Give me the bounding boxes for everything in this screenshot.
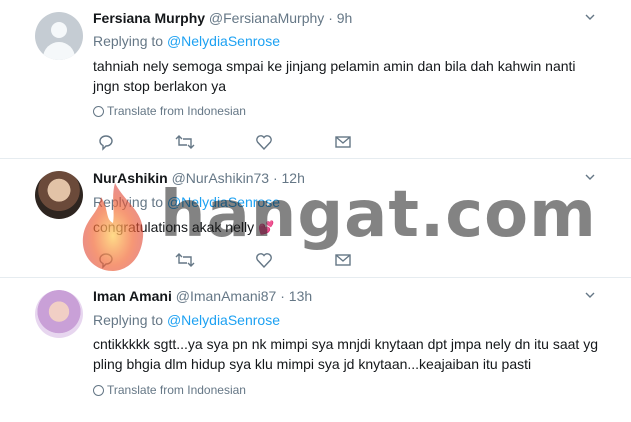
author-name[interactable]: Iman Amani (93, 288, 172, 304)
replying-to: Replying to @NelydiaSenrose (93, 33, 280, 49)
tweet-header: NurAshikin @NurAshikin73 · 12h (93, 168, 305, 188)
timestamp[interactable]: 9h (337, 10, 353, 26)
replying-to-link[interactable]: @NelydiaSenrose (167, 194, 280, 210)
tweet-1[interactable]: Fersiana Murphy @FersianaMurphy · 9h Rep… (0, 0, 631, 158)
like-icon[interactable] (255, 133, 275, 153)
tweet-text-content: congratulations akak nelly (93, 219, 255, 235)
caret-down-icon[interactable] (585, 12, 595, 22)
author-handle[interactable]: @FersianaMurphy (209, 10, 324, 26)
tweet-header: Fersiana Murphy @FersianaMurphy · 9h (93, 8, 352, 28)
message-icon[interactable] (334, 251, 354, 271)
tweet-actions (93, 251, 393, 271)
globe-icon (93, 385, 104, 396)
retweet-icon[interactable] (175, 251, 195, 271)
separator-dot: · (272, 170, 278, 186)
author-name[interactable]: Fersiana Murphy (93, 10, 205, 26)
replying-to: Replying to @NelydiaSenrose (93, 194, 280, 210)
caret-down-icon[interactable] (585, 172, 595, 182)
replying-to-link[interactable]: @NelydiaSenrose (167, 312, 280, 328)
translate-link[interactable]: Translate from Indonesian (93, 382, 246, 398)
tweet-text: congratulations akak nelly 💕 (93, 217, 598, 238)
separator-dot: · (280, 288, 285, 304)
tweet-text: tahniah nely semoga smpai ke jinjang pel… (93, 58, 576, 94)
tweet-header: Iman Amani @ImanAmani87 · 13h (93, 286, 312, 306)
reply-icon[interactable] (97, 251, 117, 271)
timestamp[interactable]: 12h (282, 170, 305, 186)
two-hearts-emoji: 💕 (258, 220, 275, 235)
avatar[interactable] (35, 12, 83, 60)
tweet-2[interactable]: NurAshikin @NurAshikin73 · 12h Replying … (0, 159, 631, 277)
tweet-actions (93, 133, 393, 153)
author-name[interactable]: NurAshikin (93, 170, 168, 186)
author-handle[interactable]: @ImanAmani87 (176, 288, 277, 304)
separator-dot: · (328, 10, 333, 26)
translate-link[interactable]: Translate from Indonesian (93, 103, 246, 119)
avatar[interactable] (35, 290, 83, 338)
globe-icon (93, 106, 104, 117)
replying-to: Replying to @NelydiaSenrose (93, 312, 280, 328)
message-icon[interactable] (334, 133, 354, 153)
like-icon[interactable] (255, 251, 275, 271)
author-handle[interactable]: @NurAshikin73 (172, 170, 269, 186)
retweet-icon[interactable] (175, 133, 195, 153)
replying-to-link[interactable]: @NelydiaSenrose (167, 33, 280, 49)
timestamp[interactable]: 13h (289, 288, 312, 304)
tweet-text: cntikkkkk sgtt...ya sya pn nk mimpi sya … (93, 336, 598, 372)
caret-down-icon[interactable] (585, 290, 595, 300)
tweet-3[interactable]: Iman Amani @ImanAmani87 · 13h Replying t… (0, 278, 631, 422)
reply-icon[interactable] (97, 133, 117, 153)
avatar[interactable] (35, 171, 83, 219)
